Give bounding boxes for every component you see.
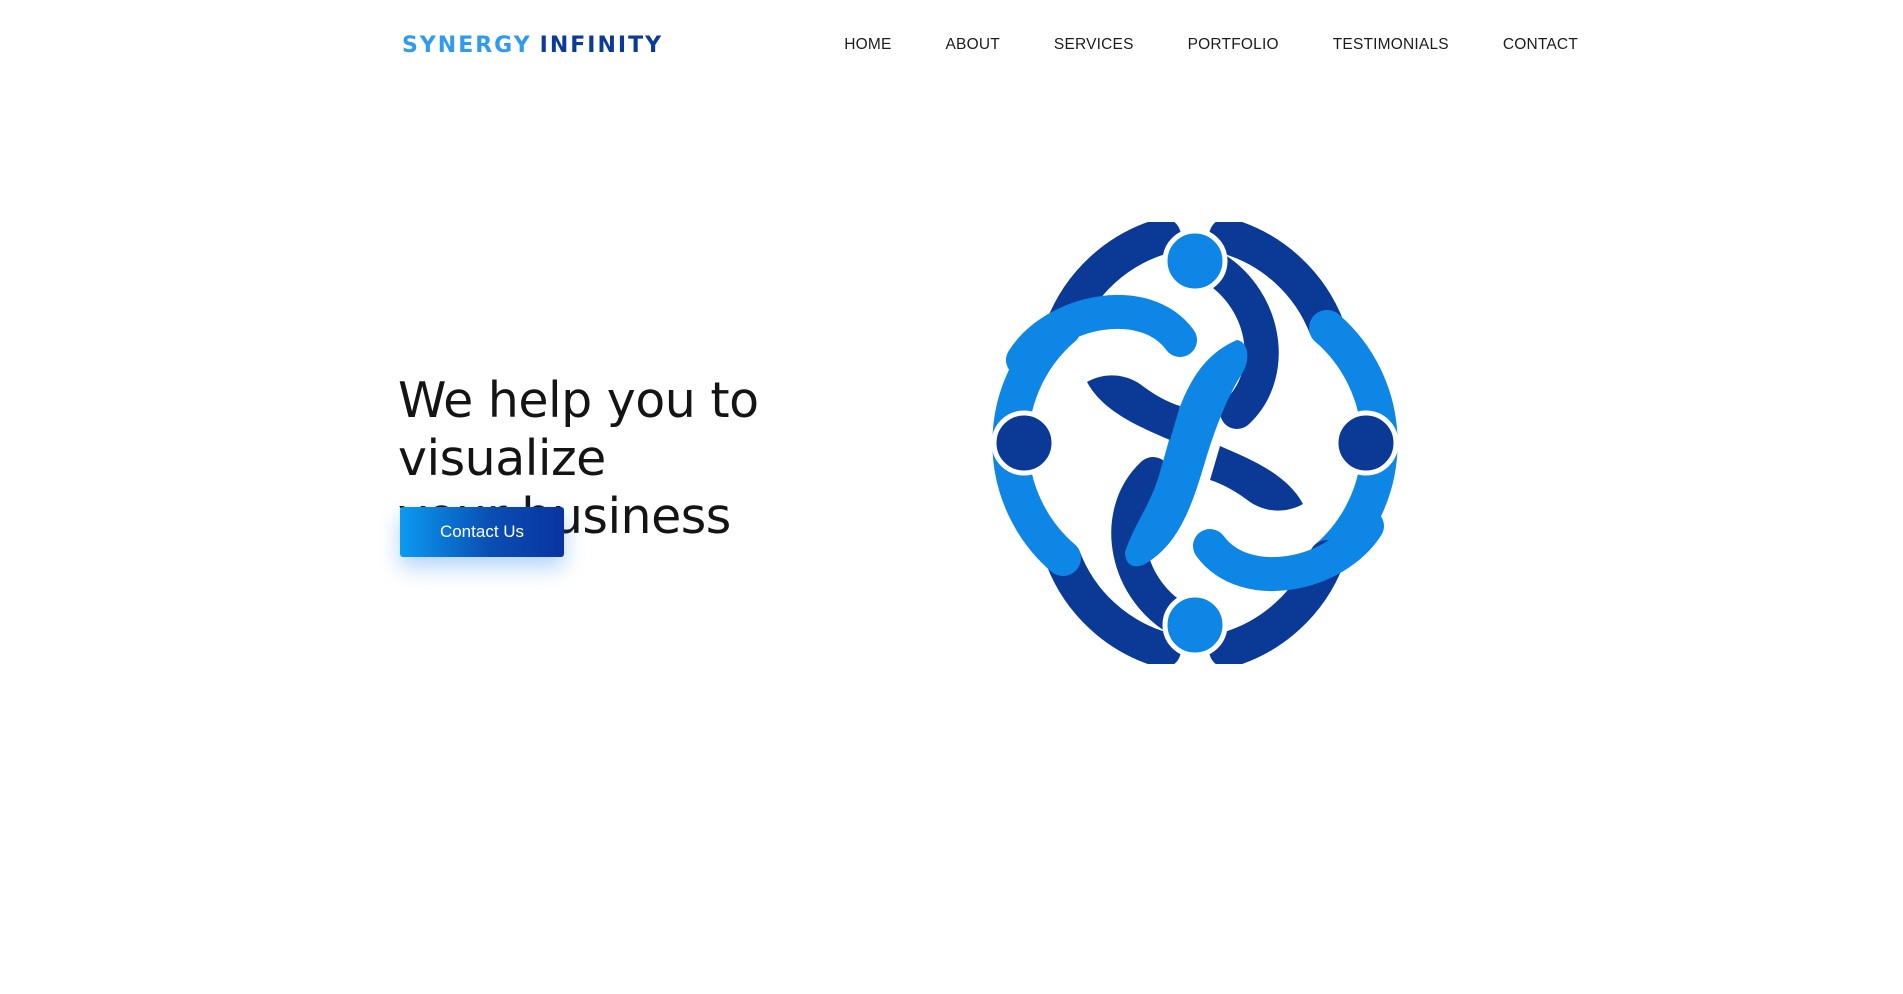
arm-left-upper (1006, 294, 1197, 377)
nav-testimonials[interactable]: TESTIMONIALS (1333, 32, 1449, 58)
head-right (1333, 410, 1399, 476)
team-circle-icon: .lb { fill: #0e86e6; } .db { fill: #0a3a… (991, 222, 1399, 664)
page: SYNERGY INFINITY HOME ABOUT SERVICES POR… (0, 0, 1903, 994)
wedge-right (1210, 446, 1303, 511)
wedge-left (1087, 375, 1180, 440)
nav-services[interactable]: SERVICES (1054, 32, 1134, 58)
hero-title-line-1: We help you to visualize (398, 372, 759, 487)
nav-about[interactable]: ABOUT (946, 32, 1000, 58)
arm-right-lower (1193, 509, 1384, 592)
head-left (991, 410, 1057, 476)
head-bottom (1162, 592, 1228, 658)
nav-contact[interactable]: CONTACT (1503, 32, 1578, 58)
contact-us-button[interactable]: Contact Us (400, 507, 564, 557)
logo-word-infinity: INFINITY (539, 33, 664, 58)
nav-home[interactable]: HOME (844, 32, 891, 58)
main-nav: HOME ABOUT SERVICES PORTFOLIO TESTIMONIA… (844, 32, 1578, 58)
brand-logo[interactable]: SYNERGY INFINITY (402, 32, 663, 60)
site-header: SYNERGY INFINITY HOME ABOUT SERVICES POR… (0, 0, 1903, 92)
head-top (1162, 228, 1228, 294)
logo-word-synergy: SYNERGY (402, 33, 532, 58)
nav-portfolio[interactable]: PORTFOLIO (1188, 32, 1279, 58)
